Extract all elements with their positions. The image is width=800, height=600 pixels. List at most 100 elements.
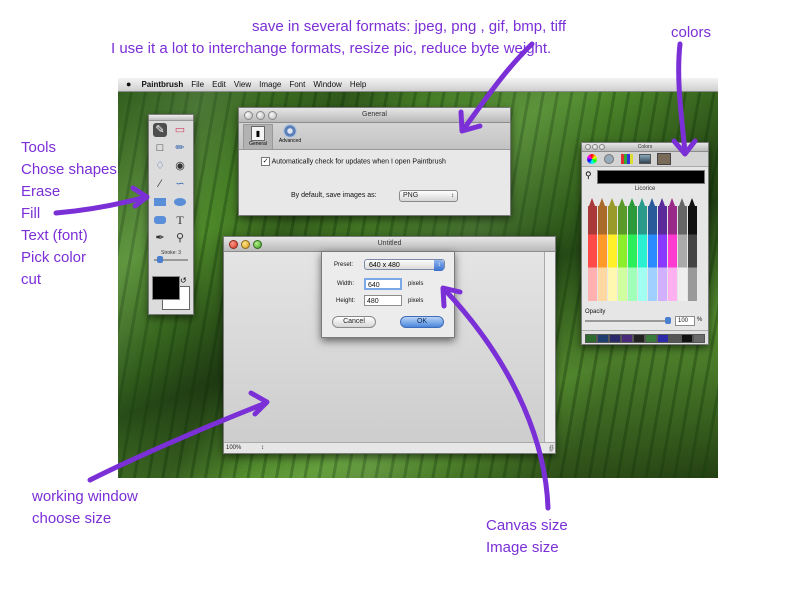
color-palettes-icon[interactable] <box>621 154 633 164</box>
general-window-title: General <box>362 111 387 118</box>
annotation-fill: Fill <box>21 205 41 222</box>
swatch-2[interactable] <box>597 334 609 343</box>
opacity-slider-knob[interactable] <box>665 317 671 324</box>
cancel-button[interactable]: Cancel <box>332 316 376 328</box>
zoom-button[interactable] <box>253 240 262 249</box>
vertical-scrollbar[interactable] <box>544 252 555 442</box>
menu-view[interactable]: View <box>230 78 255 91</box>
stroke-label: Stroke: 3 <box>160 250 181 256</box>
colors-window: Colors ⚲ Licorice Opacity 100 % <box>581 142 709 345</box>
text-tool-icon[interactable]: T <box>173 213 187 227</box>
zoom-button[interactable] <box>599 144 605 150</box>
tab-general[interactable]: ▮ General <box>243 124 273 150</box>
update-checkbox-label: Automatically check for updates when I o… <box>271 158 446 166</box>
annotation-choose-size: choose size <box>32 510 112 527</box>
menu-edit[interactable]: Edit <box>208 78 230 91</box>
opacity-field[interactable]: 100 <box>675 316 695 326</box>
menu-image[interactable]: Image <box>255 78 285 91</box>
crayon-box[interactable] <box>588 198 702 313</box>
image-palette-icon[interactable] <box>639 154 651 164</box>
eyedropper-tool-icon[interactable]: ✒ <box>153 231 167 245</box>
menu-font[interactable]: Font <box>285 78 309 91</box>
color-sliders-icon[interactable] <box>604 154 614 164</box>
stroke-slider-knob[interactable] <box>157 256 163 263</box>
swap-colors-icon[interactable]: ↺ <box>180 276 187 285</box>
curve-tool-icon[interactable]: ∽ <box>173 177 187 191</box>
annotation-cut: cut <box>21 271 42 288</box>
ok-button[interactable]: OK <box>400 316 444 328</box>
preferences-toolbar: ▮ General Advanced <box>239 123 510 150</box>
menu-window[interactable]: Window <box>309 78 345 91</box>
swatch-4[interactable] <box>621 334 633 343</box>
height-field[interactable]: 480 <box>364 295 402 306</box>
minimize-button[interactable] <box>256 111 265 120</box>
fill-tool-icon[interactable]: ♢ <box>153 159 167 173</box>
update-checkbox-row: ✓ Automatically check for updates when I… <box>261 157 446 167</box>
zoom-tool-icon[interactable]: ⚲ <box>173 231 187 245</box>
rounded-rect-tool-icon[interactable] <box>153 213 167 227</box>
opacity-slider[interactable] <box>585 317 671 324</box>
general-window-titlebar: General <box>239 108 510 123</box>
zoom-button[interactable] <box>268 111 277 120</box>
swatch-5[interactable] <box>633 334 645 343</box>
select-tool-icon[interactable]: □ <box>153 141 167 155</box>
bomb-tool-icon[interactable]: ◉ <box>173 159 187 173</box>
menu-file[interactable]: File <box>187 78 208 91</box>
save-format-label: By default, save images as: <box>291 192 377 199</box>
tab-advanced[interactable]: Advanced <box>275 124 305 148</box>
save-format-value: PNG <box>403 192 419 199</box>
menu-app-name[interactable]: Paintbrush <box>137 78 187 91</box>
swatch-3[interactable] <box>609 334 621 343</box>
zoom-select[interactable]: 100% ↕ <box>226 444 264 452</box>
colors-window-titlebar: Colors <box>582 143 708 152</box>
colors-window-title: Colors <box>637 144 653 150</box>
preset-label: Preset: <box>334 262 354 268</box>
preset-value: 640 x 480 <box>369 262 400 269</box>
line-tool-icon[interactable]: ⁄ <box>153 177 167 191</box>
close-button[interactable] <box>229 240 238 249</box>
pencil-tool-icon[interactable]: ✏ <box>173 141 187 155</box>
crayons-icon[interactable] <box>657 153 671 165</box>
swatch-7[interactable] <box>657 334 669 343</box>
annotation-erase: Erase <box>21 183 61 200</box>
brush-tool-icon[interactable]: ✎ <box>153 123 167 137</box>
height-label: Height: <box>336 298 356 304</box>
minimize-button[interactable] <box>592 144 598 150</box>
opacity-label: Opacity <box>585 309 606 315</box>
color-mode-toolbar <box>582 152 708 167</box>
select-arrows-icon: ↕ <box>261 445 264 451</box>
annotation-formats-sub: I use it a lot to interchange formats, r… <box>111 40 552 57</box>
select-arrows-icon: ↕ <box>451 193 454 199</box>
color-wheel-icon[interactable] <box>587 154 597 164</box>
toolbox-titlebar <box>149 115 193 121</box>
desktop-screenshot: ● Paintbrush File Edit View Image Font Window He… <box>118 78 718 478</box>
width-field[interactable]: 640 <box>364 278 402 290</box>
swatch-6[interactable] <box>645 334 657 343</box>
annotation-formats: save in several formats: jpeg, png , gif… <box>252 18 567 35</box>
minimize-button[interactable] <box>241 240 250 249</box>
height-unit: pixels <box>408 298 424 304</box>
preset-select[interactable]: 640 x 480 ↕ <box>364 259 445 271</box>
annotation-canvas-size: Canvas size <box>486 517 568 534</box>
gear-icon <box>283 124 297 138</box>
select-arrows-icon: ↕ <box>434 260 444 271</box>
menu-help[interactable]: Help <box>346 78 370 91</box>
foreground-color-well[interactable] <box>152 276 180 300</box>
update-checkbox[interactable]: ✓ <box>261 157 270 166</box>
swatch-10[interactable] <box>693 334 705 343</box>
magnifier-icon[interactable]: ⚲ <box>585 170 592 181</box>
stroke-slider[interactable] <box>154 256 188 263</box>
rectangle-tool-icon[interactable] <box>153 195 167 209</box>
eraser-tool-icon[interactable]: ▭ <box>173 123 187 137</box>
swatch-8[interactable] <box>669 334 681 343</box>
apple-icon[interactable]: ● <box>118 78 137 91</box>
tab-advanced-label: Advanced <box>278 138 302 144</box>
swatch-9[interactable] <box>681 334 693 343</box>
annotation-working-window: working window <box>32 488 138 505</box>
close-button[interactable] <box>244 111 253 120</box>
swatch-1[interactable] <box>585 334 597 343</box>
close-button[interactable] <box>585 144 591 150</box>
save-format-select[interactable]: PNG ↕ <box>399 190 458 202</box>
resize-grip-icon[interactable]: ∯ <box>548 444 554 452</box>
ellipse-tool-icon[interactable] <box>173 195 187 209</box>
